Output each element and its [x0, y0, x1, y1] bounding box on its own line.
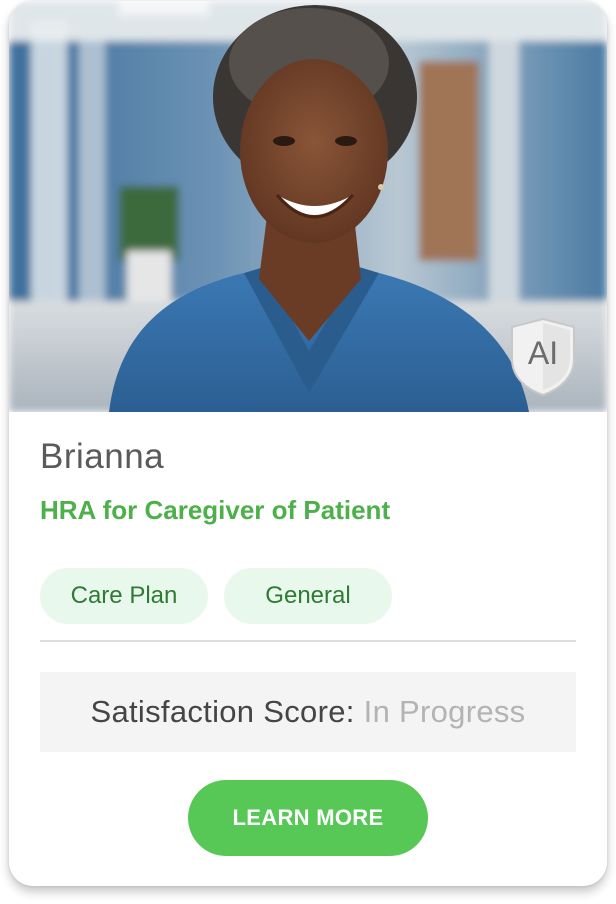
- learn-more-button[interactable]: LEARN MORE: [188, 780, 428, 856]
- persona-card: AI Brianna HRA for Caregiver of Patient …: [9, 1, 607, 886]
- tag-care-plan[interactable]: Care Plan: [40, 568, 208, 624]
- satisfaction-score: Satisfaction Score: In Progress: [40, 672, 576, 752]
- tag-list: Care Plan General: [40, 568, 392, 624]
- divider: [40, 640, 576, 642]
- tag-general[interactable]: General: [224, 568, 392, 624]
- ai-badge: AI: [510, 317, 576, 397]
- satisfaction-score-value: In Progress: [363, 694, 526, 729]
- ai-badge-label: AI: [528, 335, 558, 371]
- persona-name: Brianna: [40, 437, 165, 476]
- shield-icon: AI: [511, 317, 575, 397]
- satisfaction-score-label: Satisfaction Score:: [90, 694, 355, 729]
- persona-subtitle: HRA for Caregiver of Patient: [40, 495, 391, 525]
